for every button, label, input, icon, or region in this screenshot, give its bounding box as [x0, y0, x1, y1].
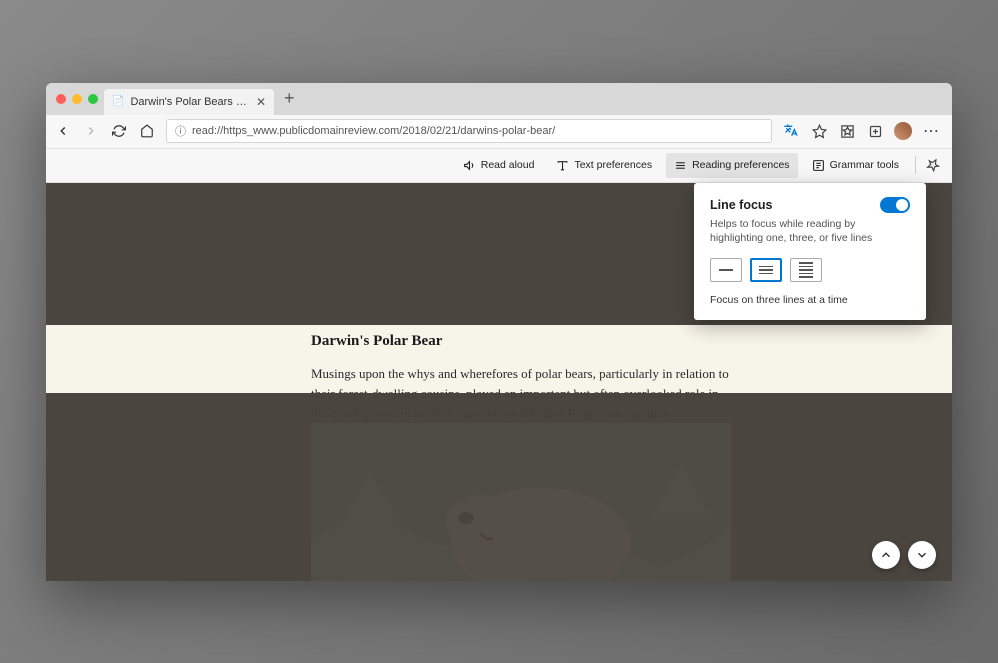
tab-bar: 📄 Darwin's Polar Bears - The... ✕ +	[46, 83, 952, 115]
toolbar-right-icons: ⋯	[782, 122, 944, 140]
popup-caption: Focus on three lines at a time	[710, 294, 910, 306]
reader-toolbar: Read aloud Text preferences Reading pref…	[46, 149, 952, 183]
window-controls	[52, 94, 104, 104]
close-window-button[interactable]	[56, 94, 66, 104]
toolbar-separator	[915, 156, 916, 174]
article-illustration	[311, 423, 731, 581]
focus-three-lines-option[interactable]	[750, 258, 782, 282]
focus-up-button[interactable]	[872, 541, 900, 569]
text-preferences-label: Text preferences	[574, 159, 652, 171]
forward-button[interactable]	[82, 122, 100, 140]
line-focus-popup: Line focus Helps to focus while reading …	[694, 183, 926, 320]
close-tab-button[interactable]: ✕	[256, 95, 266, 109]
translate-icon[interactable]	[782, 122, 800, 140]
read-aloud-button[interactable]: Read aloud	[455, 153, 543, 178]
pin-toolbar-button[interactable]	[924, 156, 942, 174]
tab-title: Darwin's Polar Bears - The...	[130, 96, 249, 108]
article-title: Darwin's Polar Bear	[311, 333, 731, 350]
browser-tab[interactable]: 📄 Darwin's Polar Bears - The... ✕	[104, 89, 274, 115]
new-tab-button[interactable]: +	[274, 88, 305, 109]
home-button[interactable]	[138, 122, 156, 140]
read-aloud-label: Read aloud	[481, 159, 535, 171]
focus-down-button[interactable]	[908, 541, 936, 569]
grammar-tools-button[interactable]: Grammar tools	[804, 153, 907, 178]
back-button[interactable]	[54, 122, 72, 140]
line-focus-options	[710, 258, 910, 282]
reading-preferences-label: Reading preferences	[692, 159, 789, 171]
url-text: read://https_www.publicdomainreview.com/…	[192, 125, 555, 137]
focus-five-lines-option[interactable]	[790, 258, 822, 282]
focus-one-line-option[interactable]	[710, 258, 742, 282]
address-bar[interactable]: ⓘ read://https_www.publicdomainreview.co…	[166, 119, 772, 143]
text-preferences-button[interactable]: Text preferences	[548, 153, 660, 178]
favorites-bar-icon[interactable]	[838, 122, 856, 140]
collections-icon[interactable]	[866, 122, 884, 140]
line-focus-toggle[interactable]	[880, 197, 910, 213]
article-paragraph: Musings upon the whys and wherefores of …	[311, 364, 731, 424]
article-body: Darwin's Polar Bear Musings upon the why…	[311, 333, 731, 424]
minimize-window-button[interactable]	[72, 94, 82, 104]
profile-avatar[interactable]	[894, 122, 912, 140]
popup-title: Line focus	[710, 198, 773, 212]
favorite-icon[interactable]	[810, 122, 828, 140]
more-menu-icon[interactable]: ⋯	[922, 122, 940, 140]
popup-description: Helps to focus while reading by highligh…	[710, 217, 910, 246]
browser-window: 📄 Darwin's Polar Bears - The... ✕ + ⓘ re…	[46, 83, 952, 581]
address-bar-row: ⓘ read://https_www.publicdomainreview.co…	[46, 115, 952, 149]
grammar-tools-label: Grammar tools	[830, 159, 899, 171]
maximize-window-button[interactable]	[88, 94, 98, 104]
refresh-button[interactable]	[110, 122, 128, 140]
tab-favicon: 📄	[112, 96, 124, 107]
reading-preferences-button[interactable]: Reading preferences	[666, 153, 797, 178]
site-info-icon[interactable]: ⓘ	[175, 123, 186, 139]
line-focus-nav	[872, 541, 936, 569]
